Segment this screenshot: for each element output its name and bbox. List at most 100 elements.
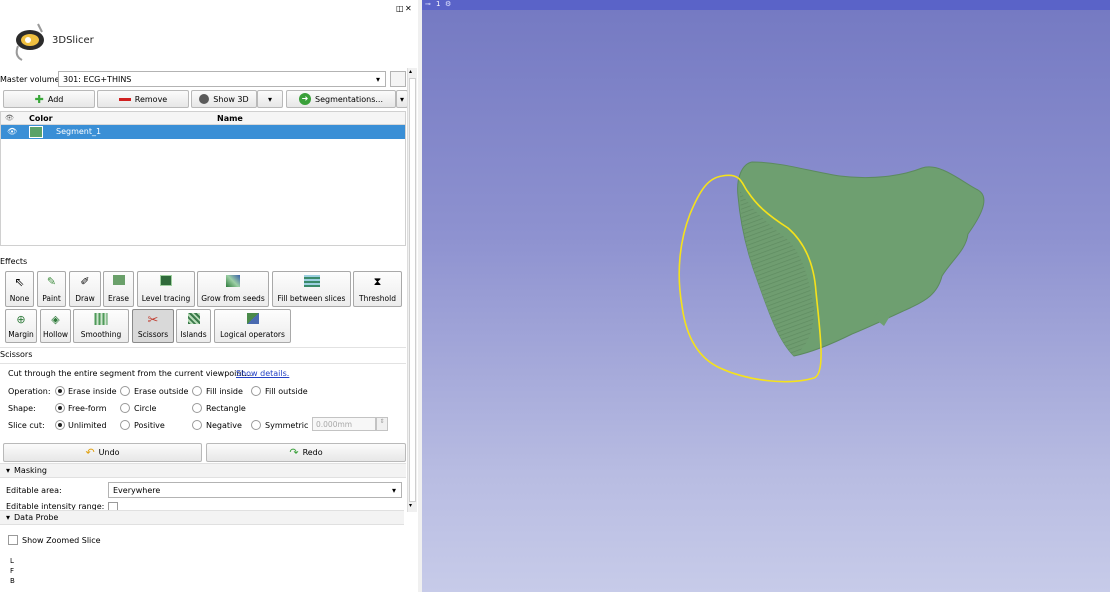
- app-title: 3DSlicer: [52, 35, 94, 46]
- brush-icon: ✎: [46, 275, 57, 288]
- radio-positive[interactable]: [120, 420, 130, 430]
- radio-rectangle[interactable]: [192, 403, 202, 413]
- radio-negative[interactable]: [192, 420, 202, 430]
- effect-paint[interactable]: ✎ Paint: [37, 271, 66, 307]
- threshold-icon: ⧗: [373, 275, 382, 288]
- pencil-icon: ✐: [80, 275, 90, 288]
- grow-seeds-icon: [226, 275, 240, 287]
- undock-icon[interactable]: ◫: [396, 4, 404, 13]
- radio-unlimited[interactable]: [55, 420, 65, 430]
- cube-icon: [199, 94, 210, 104]
- close-icon[interactable]: ✕: [405, 4, 412, 13]
- radio-label: Positive: [134, 421, 165, 430]
- show-details-link[interactable]: Show details.: [236, 369, 289, 378]
- radio-label: Fill outside: [265, 387, 308, 396]
- radio-free-form[interactable]: [55, 403, 65, 413]
- chevron-down-icon: ▾: [399, 94, 404, 104]
- operation-label: Operation:: [8, 387, 51, 396]
- scissors-title: Scissors: [0, 350, 33, 359]
- undo-icon: ↶: [85, 446, 95, 459]
- probe-line-b: B: [10, 577, 15, 585]
- effect-grow-from-seeds[interactable]: Grow from seeds: [197, 271, 269, 307]
- show-3d-dropdown[interactable]: ▾: [257, 90, 283, 108]
- effect-logical-operators[interactable]: Logical operators: [214, 309, 291, 343]
- 3d-view[interactable]: ⊸ 1 ⚙: [422, 0, 1110, 592]
- data-probe-header[interactable]: ▾ Data Probe: [0, 510, 404, 525]
- table-header: 👁 Color Name: [1, 112, 405, 125]
- radio-label: Erase inside: [68, 387, 117, 396]
- scissors-icon: ✂: [147, 313, 159, 328]
- effect-islands[interactable]: Islands: [176, 309, 211, 343]
- column-header: Name: [217, 114, 243, 123]
- effect-none[interactable]: ⇖ None: [5, 271, 34, 307]
- pin-icon[interactable]: ⊸: [425, 0, 431, 8]
- effect-draw[interactable]: ✐ Draw: [69, 271, 101, 307]
- margin-icon: ⊕: [16, 313, 26, 326]
- radio-erase-outside[interactable]: [120, 386, 130, 396]
- scrollbar-thumb[interactable]: [409, 78, 416, 502]
- show-zoomed-slice-checkbox[interactable]: [8, 535, 18, 545]
- hollow-icon: ◈: [51, 313, 60, 326]
- radio-label: Fill inside: [206, 387, 243, 396]
- logical-operators-icon: [246, 313, 259, 324]
- eraser-icon: [112, 275, 125, 285]
- segment-name[interactable]: Segment_1: [56, 127, 101, 136]
- remove-button[interactable]: Remove: [97, 90, 189, 108]
- volume-options-icon[interactable]: [390, 71, 406, 87]
- cursor-icon: ⇖: [14, 275, 25, 289]
- radio-circle[interactable]: [120, 403, 130, 413]
- radio-fill-outside[interactable]: [251, 386, 261, 396]
- radio-label: Erase outside: [134, 387, 189, 396]
- segment-color-swatch[interactable]: [29, 126, 43, 138]
- master-volume-select[interactable]: 301: ECG+THINS ▾: [58, 71, 386, 87]
- segmentations-button[interactable]: ➜ Segmentations...: [286, 90, 396, 108]
- scrollbar[interactable]: ▴ ▾: [407, 68, 417, 512]
- radio-erase-inside[interactable]: [55, 386, 65, 396]
- effect-hollow[interactable]: ◈ Hollow: [40, 309, 71, 343]
- chevron-down-icon[interactable]: ▾: [409, 502, 412, 509]
- table-row[interactable]: 👁 Segment_1: [1, 125, 405, 139]
- view-options-icon[interactable]: ⚙: [445, 0, 451, 8]
- eye-icon[interactable]: 👁: [7, 127, 17, 136]
- show-zoomed-slice-label: Show Zoomed Slice: [22, 536, 101, 545]
- spin-arrows-icon: ⇕: [376, 417, 388, 431]
- add-button[interactable]: ✚ Add: [3, 90, 95, 108]
- editable-intensity-checkbox[interactable]: [108, 502, 118, 510]
- module-panel: ◫ ✕ 3DSlicer Master volume: 301: ECG+THI…: [0, 0, 418, 592]
- effect-smoothing[interactable]: Smoothing: [73, 309, 129, 343]
- column-header: Color: [29, 114, 53, 123]
- effect-fill-between-slices[interactable]: Fill between slices: [272, 271, 351, 307]
- view-controller-bar[interactable]: ⊸ 1 ⚙: [422, 0, 1110, 10]
- effect-threshold[interactable]: ⧗ Threshold: [353, 271, 402, 307]
- effect-erase[interactable]: Erase: [103, 271, 134, 307]
- chevron-up-icon[interactable]: ▴: [409, 68, 412, 75]
- effect-scissors[interactable]: ✂ Scissors: [132, 309, 174, 343]
- effect-level-tracing[interactable]: Level tracing: [137, 271, 195, 307]
- slice-cut-label: Slice cut:: [8, 421, 45, 430]
- redo-icon: ↷: [289, 446, 299, 459]
- radio-fill-inside[interactable]: [192, 386, 202, 396]
- masking-header[interactable]: ▾ Masking: [0, 463, 406, 478]
- undo-button[interactable]: ↶ Undo: [3, 443, 202, 462]
- probe-line-l: L: [10, 557, 14, 565]
- minus-icon: [118, 97, 131, 101]
- radio-symmetric[interactable]: [251, 420, 261, 430]
- level-tracing-icon: [160, 275, 172, 286]
- chevron-down-icon: ▾: [375, 75, 380, 84]
- shape-label: Shape:: [8, 404, 36, 413]
- divider: [0, 347, 406, 348]
- effect-margin[interactable]: ⊕ Margin: [5, 309, 37, 343]
- radio-label: Symmetric: [265, 421, 309, 430]
- visibility-column-icon: 👁: [5, 114, 14, 122]
- chevron-down-icon: ▾: [6, 466, 11, 475]
- arrow-right-icon: ➜: [298, 93, 311, 105]
- editable-intensity-row: Editable intensity range:: [0, 502, 406, 510]
- redo-button[interactable]: ↷ Redo: [206, 443, 406, 462]
- divider: [0, 363, 406, 364]
- show-3d-button[interactable]: Show 3D: [191, 90, 257, 108]
- plus-icon: ✚: [34, 92, 44, 106]
- chevron-down-icon: ▾: [391, 486, 396, 495]
- smoothing-icon: [94, 313, 108, 325]
- editable-area-select[interactable]: Everywhere ▾: [108, 482, 402, 498]
- chevron-down-icon: ▾: [267, 94, 272, 104]
